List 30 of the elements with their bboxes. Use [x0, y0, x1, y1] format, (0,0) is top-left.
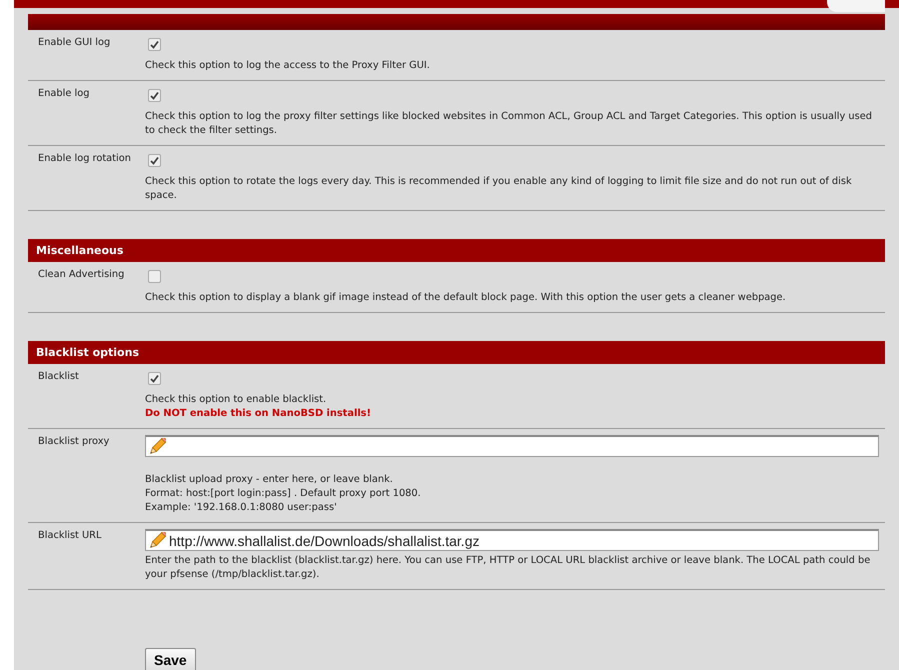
field-help-text: Example: '192.168.0.1:8080 user:pass' [145, 501, 338, 515]
field-value: http://www.shallalist.de/Downloads/shallalist.tar.gz [169, 534, 480, 548]
field-help-text: Format: host:[port login:pass] . Default proxy port 1080. [145, 487, 422, 501]
option-label: Enable GUI log [37, 36, 112, 50]
option-description: Check this option to display a blank gif image instead of the default block page. With this option the user gets a cleaner webpage. [145, 291, 787, 305]
save-button[interactable]: Save [145, 648, 196, 670]
field-help-text: Blacklist upload proxy - enter here, or leave blank. [145, 473, 394, 487]
warning-text: Do NOT enable this on NanoBSD installs! [145, 407, 372, 421]
option-description: Check this option to rotate the logs every day. This is recommended if you enable any kind of logging to limit file size and do not run out of disk space. [145, 175, 853, 203]
pencil-icon [148, 532, 166, 550]
section-header: Blacklist options [28, 341, 885, 364]
input-field[interactable]: http://www.shallalist.de/Downloads/shallalist.tar.gz [145, 529, 879, 551]
option-label: Blacklist proxy [37, 435, 110, 449]
option-description: Check this option to enable blacklist. [145, 393, 328, 407]
option-description: Check this option to log the proxy filter settings like blocked websites in Common ACL, Group ACL and Target Categories. This option is usually used to check the filter settings. [145, 110, 873, 138]
checkbox[interactable] [148, 270, 161, 283]
section-header: Miscellaneous [28, 239, 885, 262]
option-label: Blacklist [37, 370, 80, 384]
checkbox[interactable] [148, 372, 161, 385]
input-field[interactable] [145, 435, 879, 457]
option-description: Check this option to log the access to the Proxy Filter GUI. [145, 59, 431, 73]
pencil-icon [148, 438, 166, 456]
checkbox[interactable] [148, 89, 161, 102]
checkbox[interactable] [148, 154, 161, 167]
option-label: Blacklist URL [37, 529, 102, 543]
option-label: Enable log [37, 87, 90, 101]
field-help-text: Enter the path to the blacklist (blacklist.tar.gz) here. You can use FTP, HTTP or LOCAL URL blacklist archive or leave blank. The LOCAL path could be your pfsense (/tmp/blacklist.tar.gz). [145, 554, 872, 582]
option-label: Clean Advertising [37, 268, 126, 282]
option-label: Enable log rotation [37, 152, 132, 166]
checkbox[interactable] [148, 38, 161, 51]
